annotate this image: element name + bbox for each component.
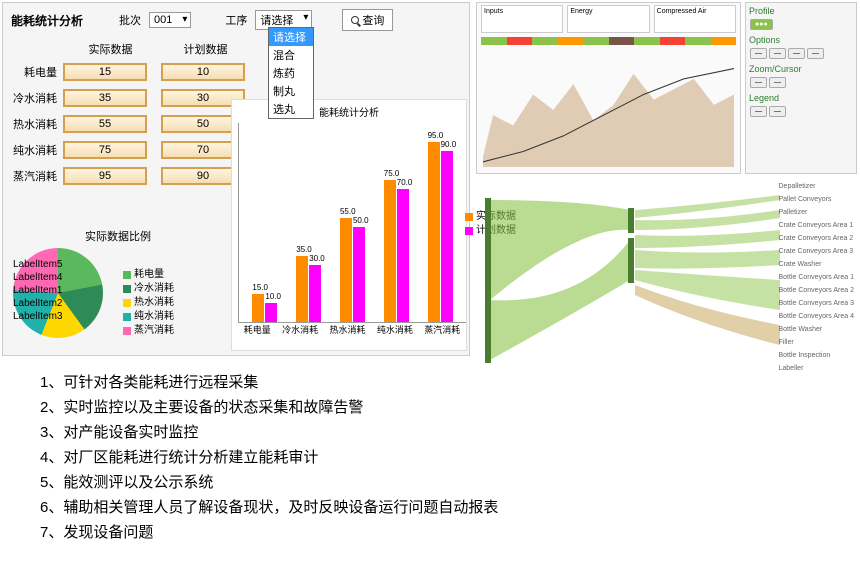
feature-item: 1、可针对各类能耗进行远程采集 — [40, 370, 498, 395]
sankey-diagram: DepalletizerPallet ConveyorsPalletizerCr… — [480, 180, 856, 380]
mini-box: Inputs — [481, 5, 563, 33]
search-icon — [351, 16, 359, 24]
feature-item: 2、实时监控以及主要设备的状态采集和故障告警 — [40, 395, 498, 420]
profile-button[interactable]: ●●● — [750, 19, 773, 30]
col-header-planned: 计划数据 — [158, 41, 253, 57]
controls-panel: Profile●●● Options———— Zoom/Cursor—— Leg… — [745, 2, 857, 174]
value-box: 10 — [161, 63, 245, 81]
batch-label: 批次 — [119, 12, 141, 28]
pie-title: 实际数据比例 — [13, 228, 223, 244]
legend-item[interactable]: — — [750, 106, 767, 117]
col-header-actual: 实际数据 — [63, 41, 158, 57]
legend-item[interactable]: — — [769, 106, 786, 117]
bar-chart-area: 能耗统计分析 15.010.035.030.055.050.075.070.09… — [231, 99, 467, 351]
value-box: 15 — [63, 63, 147, 81]
value-box: 95 — [63, 167, 147, 185]
panel-title: 能耗统计分析 — [11, 12, 83, 29]
timeseries-panel: Inputs Energy Compressed Air — [476, 2, 741, 174]
mini-box: Compressed Air — [654, 5, 736, 33]
option-button[interactable]: — — [807, 48, 824, 59]
zoom-button[interactable]: — — [769, 77, 786, 88]
process-label: 工序 — [225, 12, 247, 28]
feature-list: 1、可针对各类能耗进行远程采集 2、实时监控以及主要设备的状态采集和故障告警 3… — [40, 370, 498, 545]
search-button[interactable]: 查询 — [342, 9, 393, 31]
energy-stats-panel: 能耗统计分析 批次 001 工序 请选择 查询 请选择 混合 炼药 制丸 选丸 … — [2, 2, 470, 356]
option-button[interactable]: — — [788, 48, 805, 59]
dropdown-option[interactable]: 混合 — [269, 46, 313, 64]
feature-item: 7、发现设备问题 — [40, 520, 498, 545]
dropdown-option[interactable]: 请选择 — [269, 28, 313, 46]
value-box: 75 — [63, 141, 147, 159]
bar-x-labels: 耗电量冷水消耗热水消耗纯水消耗蒸汽消耗 — [238, 323, 466, 336]
feature-item: 5、能效测评以及公示系统 — [40, 470, 498, 495]
value-box: 55 — [63, 115, 147, 133]
status-bar — [481, 37, 736, 45]
pie-chart-area: 实际数据比例 LabelItem5 LabelItem4 LabelItem1 … — [13, 228, 223, 338]
mini-box: Energy — [567, 5, 649, 33]
dropdown-option[interactable]: 制丸 — [269, 82, 313, 100]
dropdown-option[interactable]: 选丸 — [269, 100, 313, 118]
value-box: 35 — [63, 89, 147, 107]
feature-item: 3、对产能设备实时监控 — [40, 420, 498, 445]
sankey-labels: DepalletizerPallet ConveyorsPalletizerCr… — [779, 180, 855, 375]
data-row: 耗电量1510 — [3, 63, 469, 81]
feature-item: 6、辅助相关管理人员了解设备现状，及时反映设备运行问题自动报表 — [40, 495, 498, 520]
bar-chart: 15.010.035.030.055.050.075.070.095.090.0 — [238, 123, 466, 323]
dropdown-option[interactable]: 炼药 — [269, 64, 313, 82]
pie-labels: LabelItem5 LabelItem4 LabelItem1 LabelIt… — [13, 258, 62, 323]
pie-legend: 耗电量 冷水消耗 热水消耗 纯水消耗 蒸汽消耗 — [123, 268, 174, 338]
zoom-button[interactable]: — — [750, 77, 767, 88]
process-dropdown-list[interactable]: 请选择 混合 炼药 制丸 选丸 — [268, 27, 314, 119]
feature-item: 4、对厂区能耗进行统计分析建立能耗审计 — [40, 445, 498, 470]
option-button[interactable]: — — [769, 48, 786, 59]
batch-select[interactable]: 001 — [149, 12, 191, 28]
area-chart — [483, 53, 734, 167]
option-button[interactable]: — — [750, 48, 767, 59]
